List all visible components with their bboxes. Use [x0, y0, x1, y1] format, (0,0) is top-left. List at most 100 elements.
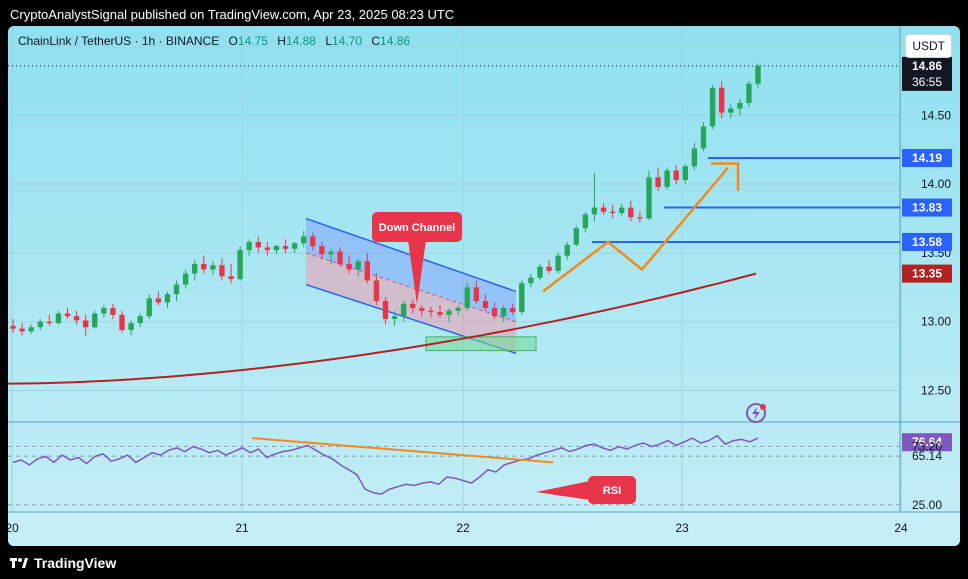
- candle-body: [428, 310, 434, 313]
- candle-body: [310, 236, 316, 247]
- close-value: 14.86: [380, 34, 411, 48]
- candle-body: [382, 301, 389, 319]
- candle-body: [519, 283, 525, 313]
- candle-body: [700, 126, 707, 149]
- candle-body: [555, 255, 561, 271]
- candle-body: [164, 294, 171, 303]
- candle-body: [655, 177, 661, 187]
- candle-body: [637, 217, 643, 219]
- down-channel-label: Down Channel: [379, 222, 455, 234]
- candle-body: [746, 83, 752, 104]
- candle-body: [219, 265, 225, 277]
- candle-body: [373, 280, 380, 302]
- candle-body: [237, 250, 243, 280]
- candle-body: [682, 166, 689, 181]
- candle-body: [337, 251, 343, 264]
- price-tick-label: 14.50: [921, 108, 951, 122]
- footer: TradingView: [10, 553, 116, 573]
- candle-body: [210, 265, 216, 270]
- candle-body: [182, 273, 189, 285]
- candle: [519, 280, 525, 315]
- close-label: C: [371, 34, 381, 48]
- time-tick-label: 23: [675, 521, 689, 535]
- candle-body: [500, 307, 507, 317]
- candle: [709, 85, 716, 130]
- candle-body: [628, 207, 634, 218]
- footer-brand: TradingView: [34, 555, 117, 571]
- candle-body: [537, 266, 543, 278]
- candle-body: [455, 307, 461, 311]
- price-chart[interactable]: Down Channel RSI 12.5013.0013.5014.0014.…: [8, 26, 960, 546]
- support-zone: [425, 336, 537, 352]
- candle: [464, 283, 470, 311]
- candle-body: [46, 321, 53, 324]
- symbol-legend: ChainLink / TetherUS · 1h · BINANCE O14.…: [18, 34, 410, 48]
- candle-body: [319, 246, 325, 255]
- candle-body: [673, 170, 679, 181]
- candle-body: [473, 287, 480, 302]
- high-label: H: [277, 34, 286, 48]
- candle: [237, 246, 243, 281]
- price-level-label: 13.35: [912, 267, 942, 281]
- candle-body: [573, 228, 579, 245]
- rsi-tick-label: 65.14: [912, 449, 942, 463]
- time-tick-label: 24: [894, 521, 908, 535]
- high-value: 14.88: [285, 34, 316, 48]
- candle: [646, 170, 652, 220]
- candle-body: [155, 298, 162, 303]
- candle-body: [355, 261, 361, 270]
- low-label: L: [325, 34, 332, 48]
- candle-body: [301, 236, 307, 244]
- candle-body: [410, 303, 416, 308]
- chart-frame: CryptoAnalystSignal published on Trading…: [0, 0, 968, 579]
- candle-body: [92, 313, 98, 328]
- current-price-label: 14.86: [912, 59, 942, 73]
- candle-body: [82, 320, 89, 328]
- currency-button[interactable]: USDT: [905, 34, 952, 58]
- candle-body: [273, 246, 280, 251]
- candle-body: [10, 325, 16, 329]
- candle-body: [737, 103, 743, 109]
- candle-body: [55, 313, 62, 324]
- rsi-tick-label: 25.00: [912, 498, 942, 512]
- candle-body: [437, 312, 443, 315]
- publisher-header: CryptoAnalystSignal published on Trading…: [10, 7, 455, 22]
- candle-body: [446, 310, 452, 315]
- candle-body: [664, 170, 670, 187]
- time-axis-bg: [8, 512, 960, 546]
- candle-body: [728, 108, 734, 113]
- candle: [700, 122, 707, 152]
- price-level-label: 13.58: [912, 235, 942, 249]
- candle-body: [528, 277, 534, 284]
- candle: [664, 167, 670, 190]
- candle-body: [264, 247, 271, 251]
- open-label: O: [228, 34, 238, 48]
- candle-body: [173, 284, 180, 295]
- price-tick-label: 14.00: [921, 177, 951, 191]
- candle-body: [201, 263, 207, 270]
- price-tick-label: 12.50: [921, 383, 951, 397]
- candle-body: [128, 323, 134, 330]
- candle: [573, 225, 579, 247]
- candle-body: [192, 263, 198, 274]
- candle-body: [709, 87, 716, 127]
- candle-body: [137, 316, 143, 324]
- candle-body: [246, 241, 252, 251]
- candle-body: [718, 87, 725, 113]
- candle-body: [110, 307, 116, 315]
- candle-body: [491, 307, 498, 317]
- chart-area[interactable]: Down Channel RSI 12.50 13.00 13.50 14.00 14.…: [8, 26, 960, 546]
- tradingview-logo-icon: [10, 558, 28, 568]
- flash-badge-icon: [760, 404, 766, 410]
- candle-body: [482, 301, 489, 308]
- candle-body: [591, 207, 598, 215]
- candle-body: [600, 207, 607, 212]
- candle-body: [510, 307, 516, 313]
- candle-body: [101, 307, 107, 314]
- candle-body: [19, 328, 25, 332]
- candle-body: [291, 243, 298, 249]
- candle-body: [691, 148, 698, 167]
- candle-body: [546, 266, 552, 271]
- open-value: 14.75: [237, 34, 268, 48]
- candle-body: [64, 313, 71, 317]
